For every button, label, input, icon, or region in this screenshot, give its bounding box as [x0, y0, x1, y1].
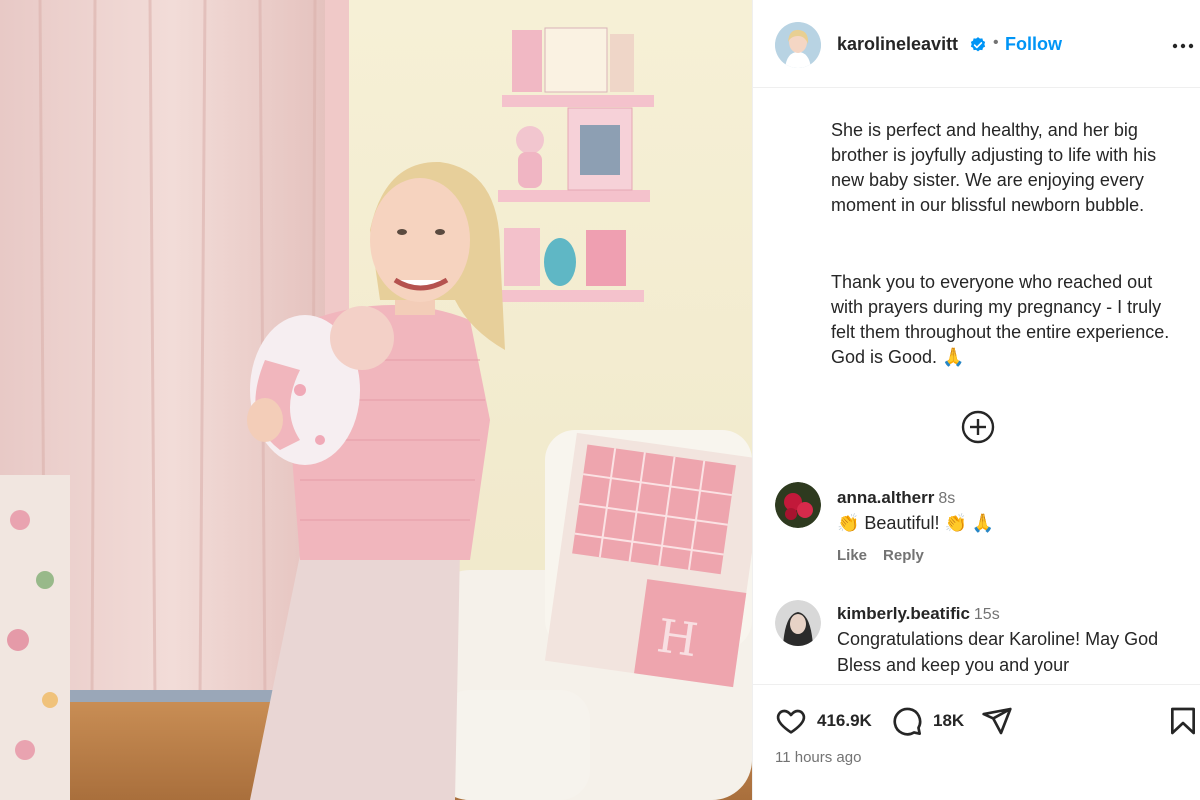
like-comment-button[interactable]: Like: [837, 547, 867, 564]
portrait-avatar-image: [775, 600, 821, 646]
caption-paragraph-2: Thank you to everyone who reached out wi…: [831, 272, 1170, 367]
comment-time: 15s: [973, 606, 1000, 623]
comment-username-text[interactable]: kimberly.beatific: [837, 604, 970, 623]
comment-bubble-icon[interactable]: [891, 705, 923, 737]
post-photo: H: [0, 0, 752, 800]
follow-button[interactable]: Follow: [1005, 34, 1062, 55]
comment-text: Congratulations dear Karoline! May God B…: [837, 629, 1159, 675]
bookmark-icon[interactable]: [1167, 705, 1199, 737]
post-timestamp: 11 hours ago: [775, 749, 862, 766]
comment-username[interactable]: kimberly.beatific 15s: [837, 604, 1000, 624]
svg-text:H: H: [654, 608, 701, 667]
comment-avatar[interactable]: [775, 482, 821, 528]
reply-button[interactable]: Reply: [883, 547, 924, 564]
comment-count[interactable]: 18K: [933, 711, 964, 731]
comment-avatar[interactable]: [775, 600, 821, 646]
nursery-photo-illustration: H: [0, 0, 752, 800]
comment-username[interactable]: anna.altherr 8s: [837, 488, 955, 508]
avatar-image: [775, 22, 821, 68]
post-header: karolineleavitt • Follow: [753, 0, 1200, 88]
heart-icon[interactable]: [775, 705, 807, 737]
more-options-icon[interactable]: [1171, 36, 1195, 56]
post-actions-footer: 416.9K 18K 11 hours ago: [753, 684, 1200, 800]
comment-actions: Like Reply: [837, 547, 940, 564]
caption-paragraph-1: She is perfect and healthy, and her big …: [831, 120, 1157, 215]
comment-username-text[interactable]: anna.altherr: [837, 488, 934, 507]
post-side-panel: karolineleavitt • Follow She is perfect …: [752, 0, 1200, 800]
rose-avatar-image: [775, 482, 821, 528]
author-avatar[interactable]: [775, 22, 821, 68]
paper-plane-icon[interactable]: [981, 705, 1013, 737]
like-count[interactable]: 416.9K: [817, 711, 872, 731]
author-username[interactable]: karolineleavitt: [837, 34, 958, 55]
plus-circle-icon[interactable]: [961, 410, 995, 444]
separator-dot: •: [993, 34, 999, 51]
comment-text: 👏 Beautiful! 👏 🙏: [837, 513, 995, 533]
verified-badge-icon: [970, 37, 986, 52]
comment-time: 8s: [938, 490, 956, 507]
caption: She is perfect and healthy, and her big …: [753, 88, 1200, 388]
